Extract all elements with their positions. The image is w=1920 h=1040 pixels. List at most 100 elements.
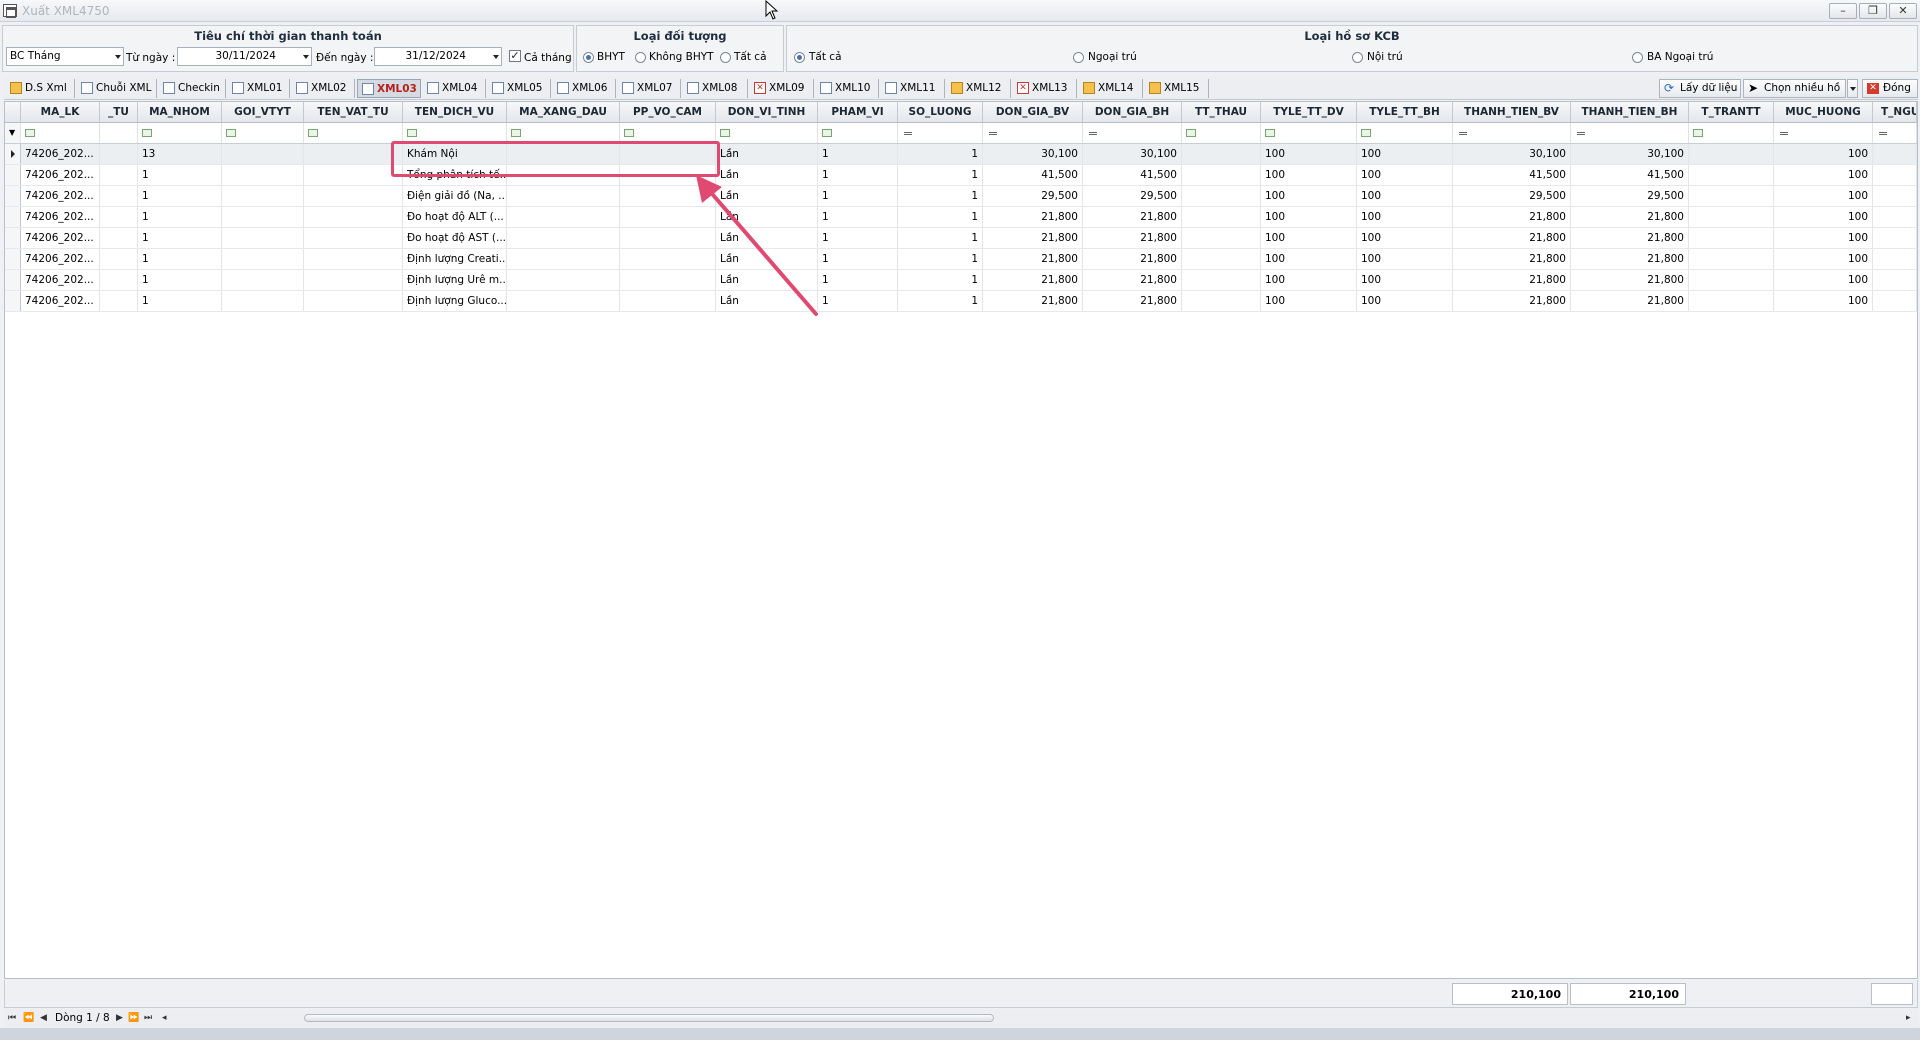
next-record-icon[interactable]: ▶ xyxy=(116,1009,123,1027)
cell-tt-thau[interactable] xyxy=(1182,270,1261,290)
cell-ma-xang-dau[interactable] xyxy=(507,186,620,206)
cell-ma-nhom[interactable]: 1 xyxy=(138,270,222,290)
cell-ten-vat-tu[interactable] xyxy=(304,291,403,311)
filter-cell[interactable] xyxy=(1689,123,1774,143)
cell-t-trantt[interactable] xyxy=(1689,291,1774,311)
cell-t-ngu[interactable] xyxy=(1873,144,1917,164)
row-indicator[interactable] xyxy=(5,165,21,185)
table-row[interactable]: 74206_202...1Đo hoạt độ ALT (...Lần1121,… xyxy=(5,207,1917,228)
filter-cell[interactable] xyxy=(620,123,716,143)
cell-tyle-tt-dv[interactable]: 100 xyxy=(1261,144,1357,164)
cell-muc-huong[interactable]: 100 xyxy=(1774,207,1873,227)
cell-don-gia-bv[interactable]: 21,800 xyxy=(983,291,1083,311)
tab-xml08[interactable]: XML08 xyxy=(683,79,748,98)
tab-xml12[interactable]: XML12 xyxy=(947,79,1011,98)
cell-muc-huong[interactable]: 100 xyxy=(1774,144,1873,164)
tab-xml14[interactable]: XML14 xyxy=(1079,79,1143,98)
col-t-trantt[interactable]: T_TRANTT xyxy=(1689,102,1774,123)
last-record-icon[interactable]: ⏭ xyxy=(144,1009,152,1027)
cell-thanh-tien-bh[interactable]: 21,800 xyxy=(1571,291,1689,311)
from-date-picker[interactable]: 30/11/2024 xyxy=(177,47,312,66)
cell-tu[interactable] xyxy=(100,165,138,185)
filter-cell[interactable] xyxy=(1774,123,1873,143)
to-date-picker[interactable]: 31/12/2024 xyxy=(374,47,502,66)
col-ma-lk[interactable]: MA_LK xyxy=(21,102,100,123)
cell-ten-dich-vu[interactable]: Đo hoạt độ ALT (... xyxy=(403,207,507,227)
cell-ma-lk[interactable]: 74206_202... xyxy=(21,270,100,290)
filter-cell[interactable] xyxy=(1453,123,1571,143)
tab-xml01[interactable]: XML01 xyxy=(228,79,290,98)
cell-pham-vi[interactable]: 1 xyxy=(818,228,898,248)
col-don-gia-bh[interactable]: DON_GIA_BH xyxy=(1083,102,1182,123)
filter-cell[interactable] xyxy=(21,123,100,143)
cell-muc-huong[interactable]: 100 xyxy=(1774,249,1873,269)
cell-ten-dich-vu[interactable]: Định lượng Creati... xyxy=(403,249,507,269)
tab-xml03[interactable]: XML03 xyxy=(357,79,421,98)
tab-xml02[interactable]: XML02 xyxy=(292,79,355,98)
cell-tu[interactable] xyxy=(100,228,138,248)
cell-ma-lk[interactable]: 74206_202... xyxy=(21,249,100,269)
cell-goi-vtyt[interactable] xyxy=(222,270,304,290)
cell-tu[interactable] xyxy=(100,249,138,269)
cell-ma-xang-dau[interactable] xyxy=(507,291,620,311)
cell-so-luong[interactable]: 1 xyxy=(898,249,983,269)
cell-t-ngu[interactable] xyxy=(1873,186,1917,206)
radio-noi-tru[interactable] xyxy=(1352,52,1363,63)
tab-checkin[interactable]: Checkin xyxy=(159,79,226,98)
cell-ma-lk[interactable]: 74206_202... xyxy=(21,207,100,227)
cell-ma-nhom[interactable]: 13 xyxy=(138,144,222,164)
cell-ma-xang-dau[interactable] xyxy=(507,270,620,290)
cell-t-trantt[interactable] xyxy=(1689,207,1774,227)
cell-don-gia-bh[interactable]: 29,500 xyxy=(1083,186,1182,206)
row-indicator[interactable] xyxy=(5,144,21,164)
cell-t-trantt[interactable] xyxy=(1689,165,1774,185)
cell-tt-thau[interactable] xyxy=(1182,291,1261,311)
cell-don-gia-bh[interactable]: 21,800 xyxy=(1083,270,1182,290)
filter-cell[interactable] xyxy=(716,123,818,143)
cell-tyle-tt-bh[interactable]: 100 xyxy=(1357,144,1453,164)
cell-tyle-tt-bh[interactable]: 100 xyxy=(1357,186,1453,206)
filter-cell[interactable] xyxy=(507,123,620,143)
cell-ma-lk[interactable]: 74206_202... xyxy=(21,228,100,248)
cell-ten-dich-vu[interactable]: Định lượng Urê m... xyxy=(403,270,507,290)
row-indicator[interactable] xyxy=(5,186,21,206)
cell-ten-dich-vu[interactable]: Điện giải đồ (Na, ... xyxy=(403,186,507,206)
cell-thanh-tien-bv[interactable]: 30,100 xyxy=(1453,144,1571,164)
table-row[interactable]: 74206_202... 13 Khám Nội Lần 1 1 30,100 30,100 1… xyxy=(5,144,1917,165)
cell-goi-vtyt[interactable] xyxy=(222,249,304,269)
cell-tu[interactable] xyxy=(100,270,138,290)
cell-t-trantt[interactable] xyxy=(1689,228,1774,248)
filter-cell[interactable] xyxy=(1357,123,1453,143)
cell-goi-vtyt[interactable] xyxy=(222,165,304,185)
cell-thanh-tien-bv[interactable]: 41,500 xyxy=(1453,165,1571,185)
filter-cell[interactable] xyxy=(1083,123,1182,143)
cell-ten-vat-tu[interactable] xyxy=(304,207,403,227)
cell-muc-huong[interactable]: 100 xyxy=(1774,270,1873,290)
cell-so-luong[interactable]: 1 xyxy=(898,207,983,227)
cell-t-ngu[interactable] xyxy=(1873,270,1917,290)
cell-don-gia-bv[interactable]: 21,800 xyxy=(983,249,1083,269)
first-record-icon[interactable]: ⏮ xyxy=(8,1009,16,1027)
tab-xml13[interactable]: ✕ XML13 xyxy=(1013,79,1077,98)
report-type-select[interactable]: BC Tháng xyxy=(6,47,124,66)
cell-tyle-tt-dv[interactable]: 100 xyxy=(1261,186,1357,206)
cell-ten-vat-tu[interactable] xyxy=(304,186,403,206)
cell-don-gia-bh[interactable]: 21,800 xyxy=(1083,228,1182,248)
cell-pham-vi[interactable]: 1 xyxy=(818,270,898,290)
radio-ngoai-tru[interactable] xyxy=(1073,52,1084,63)
radio-subject-all[interactable] xyxy=(720,52,731,63)
cell-tyle-tt-dv[interactable]: 100 xyxy=(1261,207,1357,227)
cell-thanh-tien-bh[interactable]: 21,800 xyxy=(1571,228,1689,248)
cell-goi-vtyt[interactable] xyxy=(222,186,304,206)
cell-don-gia-bh[interactable]: 30,100 xyxy=(1083,144,1182,164)
select-multiple-records-button[interactable]: ➤Chọn nhiều hồ sơ xyxy=(1743,79,1846,111)
cell-so-luong[interactable]: 1 xyxy=(898,165,983,185)
tab-xml15[interactable]: XML15 xyxy=(1145,79,1209,98)
cell-pham-vi[interactable]: 1 xyxy=(818,249,898,269)
cell-muc-huong[interactable]: 100 xyxy=(1774,186,1873,206)
tab-xml06[interactable]: XML06 xyxy=(553,79,616,98)
col-muc-huong[interactable]: MUC_HUONG xyxy=(1774,102,1873,123)
cell-muc-huong[interactable]: 100 xyxy=(1774,165,1873,185)
cell-so-luong[interactable]: 1 xyxy=(898,228,983,248)
cell-tyle-tt-dv[interactable]: 100 xyxy=(1261,291,1357,311)
